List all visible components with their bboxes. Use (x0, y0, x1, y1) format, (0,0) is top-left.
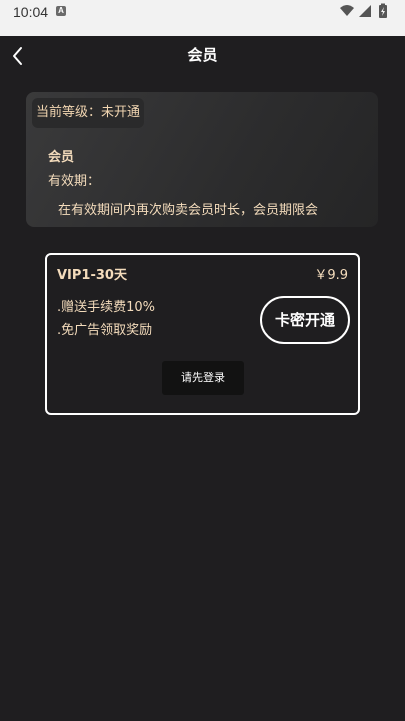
wifi-icon (340, 5, 354, 16)
vip-plan-card[interactable]: VIP1-30天 ￥9.9 .赠送手续费10% .免广告领取奖励 卡密开通 请先… (45, 253, 360, 415)
member-title: 会员 (48, 150, 75, 165)
current-level-badge: 当前等级：未开通 (32, 98, 145, 128)
notification-app-icon: A (56, 6, 66, 16)
plan-benefit: .免广告领取奖励 (57, 323, 153, 338)
vip-membership-screen: 10:04 A 会员 当前等级：未开通 会员 有效期： 在有效期间内再次购卖会员… (0, 0, 405, 721)
plan-benefit: .赠送手续费10% (57, 300, 156, 315)
status-bar: 10:04 A (0, 0, 405, 36)
membership-level-card: 当前等级：未开通 会员 有效期： 在有效期间内再次购卖会员时长，会员期限会 (26, 92, 378, 227)
status-time: 10:04 (13, 4, 49, 20)
renewal-notice: 在有效期间内再次购卖会员时长，会员期限会 (58, 203, 319, 218)
card-key-activate-button[interactable]: 卡密开通 (260, 296, 350, 344)
page-header: 会员 (0, 36, 405, 76)
signal-icon (359, 5, 371, 17)
plan-name: VIP1-30天 (57, 268, 127, 283)
status-icons (340, 3, 387, 18)
plan-price: ￥9.9 (314, 268, 348, 283)
battery-charging-icon (379, 3, 387, 18)
validity-period: 有效期： (48, 174, 101, 189)
login-first-button[interactable]: 请先登录 (162, 361, 244, 395)
page-title: 会员 (187, 46, 218, 64)
